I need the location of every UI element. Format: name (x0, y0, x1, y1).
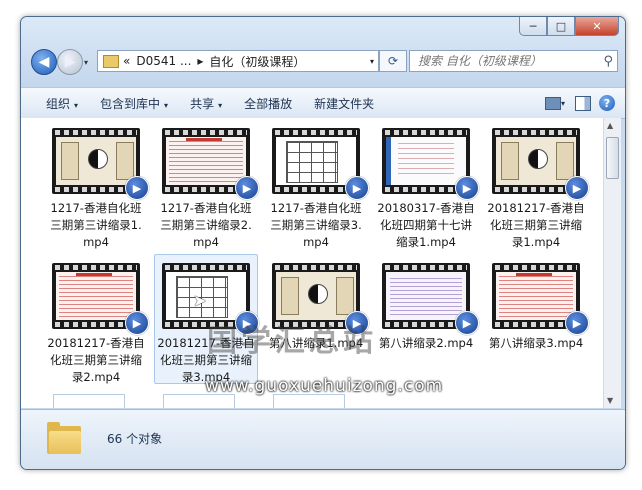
file-item-partial[interactable] (163, 394, 235, 408)
explorer-window: ─ □ ✕ ◀ ▶ ▾ « D0541 ... ▸ 自化（初级课程） ▾ ⟳ ⚲… (20, 16, 626, 470)
navigation-bar: ◀ ▶ ▾ « D0541 ... ▸ 自化（初级课程） ▾ ⟳ ⚲ (27, 47, 619, 77)
new-folder-button[interactable]: 新建文件夹 (303, 95, 385, 112)
preview-pane-button[interactable] (575, 95, 591, 111)
share-label: 共享 (190, 96, 215, 111)
media-player-icon: ▶ (565, 311, 589, 335)
file-item[interactable]: ▶ 20180317-香港自化班四期第十七讲缩录1.mp4 (375, 120, 479, 249)
scrollbar-thumb[interactable] (606, 137, 619, 179)
view-icon (545, 96, 561, 110)
chevron-down-icon: ▾ (218, 100, 223, 110)
address-dropdown-icon[interactable]: ▾ (370, 57, 374, 66)
search-input[interactable] (410, 53, 600, 69)
organize-menu[interactable]: 组织 ▾ (21, 95, 89, 112)
folder-icon (103, 54, 119, 68)
watermark-url: www.guoxuehuizong.com (205, 376, 444, 396)
search-box[interactable]: ⚲ (409, 50, 618, 72)
file-item[interactable]: ▶ 第八讲缩录3.mp4 (485, 255, 589, 383)
media-player-icon: ▶ (235, 176, 259, 200)
play-all-button[interactable]: 全部播放 (233, 95, 303, 112)
file-item[interactable]: ▶ 20181217-香港自化班三期第三讲缩录1.mp4 (485, 120, 589, 249)
organize-label: 组织 (46, 96, 71, 111)
scroll-down-icon[interactable]: ▼ (607, 396, 613, 405)
view-controls: ▾ ? (545, 95, 615, 111)
share-menu[interactable]: 共享 ▾ (179, 95, 233, 112)
minimize-button[interactable]: ─ (519, 17, 547, 36)
media-player-icon: ▶ (565, 176, 589, 200)
address-bar[interactable]: « D0541 ... ▸ 自化（初级课程） ▾ (97, 50, 379, 72)
change-view-button[interactable]: ▾ (545, 96, 567, 110)
file-list: ▶ 1217-香港自化班三期第三讲缩录1.mp4 ▶ 1217-香港自化班三期第… (21, 118, 603, 408)
watermark-text: 国学汇总站 (207, 324, 377, 359)
file-name: 1217-香港自化班三期第三讲缩录2.mp4 (160, 201, 252, 249)
breadcrumb-overflow[interactable]: « (123, 54, 130, 68)
file-name: 20181217-香港自化班三期第三讲缩录2.mp4 (47, 336, 145, 384)
item-count: 66 个对象 (107, 432, 163, 446)
include-in-library-label: 包含到库中 (100, 96, 161, 111)
breadcrumb-separator-icon[interactable]: ▸ (197, 54, 203, 68)
file-item-partial[interactable] (53, 394, 125, 408)
media-player-icon: ▶ (455, 176, 479, 200)
file-item-partial[interactable] (273, 394, 345, 408)
back-button[interactable]: ◀ (31, 49, 57, 75)
details-pane: 66 个对象 (21, 409, 625, 469)
file-item[interactable]: ▶ 1217-香港自化班三期第三讲缩录2.mp4 (155, 120, 259, 249)
breadcrumb-current[interactable]: 自化（初级课程） (209, 53, 305, 70)
command-bar: 组织 ▾ 包含到库中 ▾ 共享 ▾ 全部播放 新建文件夹 ▾ ? (21, 87, 625, 119)
file-name: 1217-香港自化班三期第三讲缩录3.mp4 (270, 201, 362, 249)
file-name: 1217-香港自化班三期第三讲缩录1.mp4 (50, 201, 142, 249)
close-button[interactable]: ✕ (575, 17, 619, 36)
file-item[interactable]: ▶ 1217-香港自化班三期第三讲缩录1.mp4 (45, 120, 149, 249)
help-button[interactable]: ? (599, 95, 615, 111)
scroll-up-icon[interactable]: ▲ (607, 121, 613, 130)
forward-button[interactable]: ▶ (57, 49, 83, 75)
media-player-icon: ▶ (455, 311, 479, 335)
title-bar: ─ □ ✕ ◀ ▶ ▾ « D0541 ... ▸ 自化（初级课程） ▾ ⟳ ⚲ (21, 17, 625, 89)
media-player-icon: ▶ (345, 176, 369, 200)
chevron-down-icon: ▾ (561, 98, 566, 108)
file-name: 第八讲缩录3.mp4 (488, 336, 584, 350)
file-item[interactable]: ▶ 1217-香港自化班三期第三讲缩录3.mp4 (265, 120, 369, 249)
recent-pages-dropdown-icon[interactable]: ▾ (84, 58, 88, 67)
chevron-down-icon: ▾ (164, 100, 169, 110)
media-player-icon: ▶ (125, 176, 149, 200)
folder-icon (47, 422, 81, 454)
caption-buttons: ─ □ ✕ (519, 17, 619, 37)
media-player-icon: ▶ (125, 311, 149, 335)
breadcrumb-parent[interactable]: D0541 ... (136, 54, 191, 68)
file-name: 20180317-香港自化班四期第十七讲缩录1.mp4 (377, 201, 475, 249)
search-icon[interactable]: ⚲ (603, 54, 613, 69)
mouse-cursor-icon: ➤ (193, 291, 207, 310)
file-name: 20181217-香港自化班三期第三讲缩录1.mp4 (487, 201, 585, 249)
vertical-scrollbar[interactable]: ▲ ▼ (603, 118, 621, 408)
chevron-down-icon: ▾ (74, 100, 79, 110)
maximize-button[interactable]: □ (547, 17, 575, 36)
include-in-library-menu[interactable]: 包含到库中 ▾ (89, 95, 179, 112)
refresh-button[interactable]: ⟳ (379, 50, 407, 72)
file-item[interactable]: ▶ 20181217-香港自化班三期第三讲缩录2.mp4 (45, 255, 149, 384)
